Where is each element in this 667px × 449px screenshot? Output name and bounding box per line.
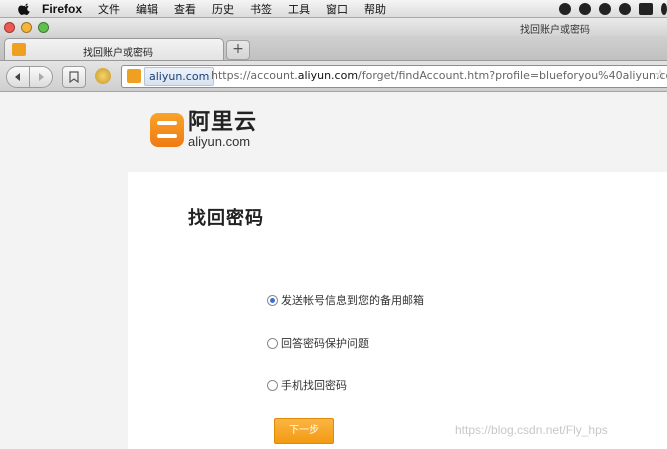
- option-label: 手机找回密码: [281, 379, 347, 392]
- apple-icon[interactable]: [18, 2, 32, 16]
- url-text[interactable]: https://account.aliyun.com/forget/findAc…: [211, 69, 667, 82]
- navigation-bar: aliyun.com https://account.aliyun.com/fo…: [0, 61, 667, 92]
- option-security-question[interactable]: 回答密码保护问题: [267, 335, 369, 351]
- bookmark-star-icon[interactable]: ☆: [654, 68, 666, 83]
- menu-history[interactable]: 历史: [212, 1, 234, 17]
- menu-edit[interactable]: 编辑: [136, 1, 158, 17]
- recovery-card: 找回密码 发送帐号信息到您的备用邮箱 回答密码保护问题 手机找回密码 下一步: [128, 172, 667, 449]
- radio-security-question[interactable]: [267, 337, 278, 349]
- radio-phone[interactable]: [267, 379, 278, 391]
- chat-icon[interactable]: [579, 2, 591, 15]
- url-bar[interactable]: aliyun.com https://account.aliyun.com/fo…: [121, 65, 667, 88]
- back-arrow-icon: [15, 73, 20, 81]
- option-phone[interactable]: 手机找回密码: [267, 377, 347, 393]
- option-label: 回答密码保护问题: [281, 337, 369, 350]
- aliyun-logo-icon: [150, 113, 184, 147]
- option-backup-email[interactable]: 发送帐号信息到您的备用邮箱: [267, 292, 424, 308]
- window-titlebar: 找回账户或密码: [0, 18, 667, 36]
- next-step-button[interactable]: 下一步: [274, 418, 334, 444]
- site-identity-label[interactable]: aliyun.com: [144, 67, 215, 86]
- aliyun-logo[interactable]: 阿里云 aliyun.com: [150, 112, 257, 148]
- tab-active[interactable]: 找回账户或密码: [4, 38, 224, 60]
- menu-app-name[interactable]: Firefox: [42, 2, 82, 16]
- battery-icon[interactable]: [639, 2, 653, 15]
- logo-text: 阿里云 aliyun.com: [188, 110, 258, 149]
- tab-strip: 找回账户或密码 +: [0, 36, 667, 61]
- site-favicon-icon: [127, 69, 141, 83]
- window-controls: [4, 22, 55, 33]
- menu-help[interactable]: 帮助: [364, 1, 386, 17]
- radio-backup-email[interactable]: [267, 294, 278, 306]
- menu-window[interactable]: 窗口: [326, 1, 348, 17]
- logo-en: aliyun.com: [188, 134, 251, 149]
- forward-button[interactable]: [29, 66, 53, 88]
- watermark: https://blog.csdn.net/Fly_hps: [455, 423, 608, 437]
- new-tab-button[interactable]: +: [226, 40, 250, 60]
- bookmarks-button[interactable]: [62, 66, 86, 88]
- menu-file[interactable]: 文件: [98, 1, 120, 17]
- url-prefix: https://account.: [211, 69, 298, 82]
- volume-icon[interactable]: [661, 2, 667, 15]
- forward-arrow-icon: [39, 73, 44, 81]
- menu-bar: Firefox 文件 编辑 查看 历史 书签 工具 窗口 帮助: [0, 0, 667, 18]
- menu-bookmarks[interactable]: 书签: [250, 1, 272, 17]
- page-title: 找回密码: [188, 208, 264, 229]
- window-title: 找回账户或密码: [520, 25, 590, 36]
- menu-view[interactable]: 查看: [174, 1, 196, 17]
- logo-cn: 阿里云: [188, 110, 258, 135]
- minimize-window-button[interactable]: [21, 22, 32, 33]
- back-button[interactable]: [6, 66, 30, 88]
- url-path: /forget/findAccount.htm?profile=bluefory…: [358, 69, 667, 82]
- qq-icon[interactable]: [559, 2, 571, 15]
- close-window-button[interactable]: [4, 22, 15, 33]
- aliyun-favicon-icon: [12, 43, 26, 56]
- addon-icon[interactable]: [95, 68, 111, 84]
- sync-icon[interactable]: [599, 2, 611, 15]
- menu-tools[interactable]: 工具: [288, 1, 310, 17]
- tab-title: 找回账户或密码: [83, 48, 153, 59]
- zoom-window-button[interactable]: [38, 22, 49, 33]
- bookmark-icon: [69, 71, 79, 83]
- option-label: 发送帐号信息到您的备用邮箱: [281, 294, 424, 307]
- url-domain: aliyun.com: [297, 69, 359, 82]
- time-machine-icon[interactable]: [619, 2, 631, 15]
- menu-tray: [551, 0, 667, 17]
